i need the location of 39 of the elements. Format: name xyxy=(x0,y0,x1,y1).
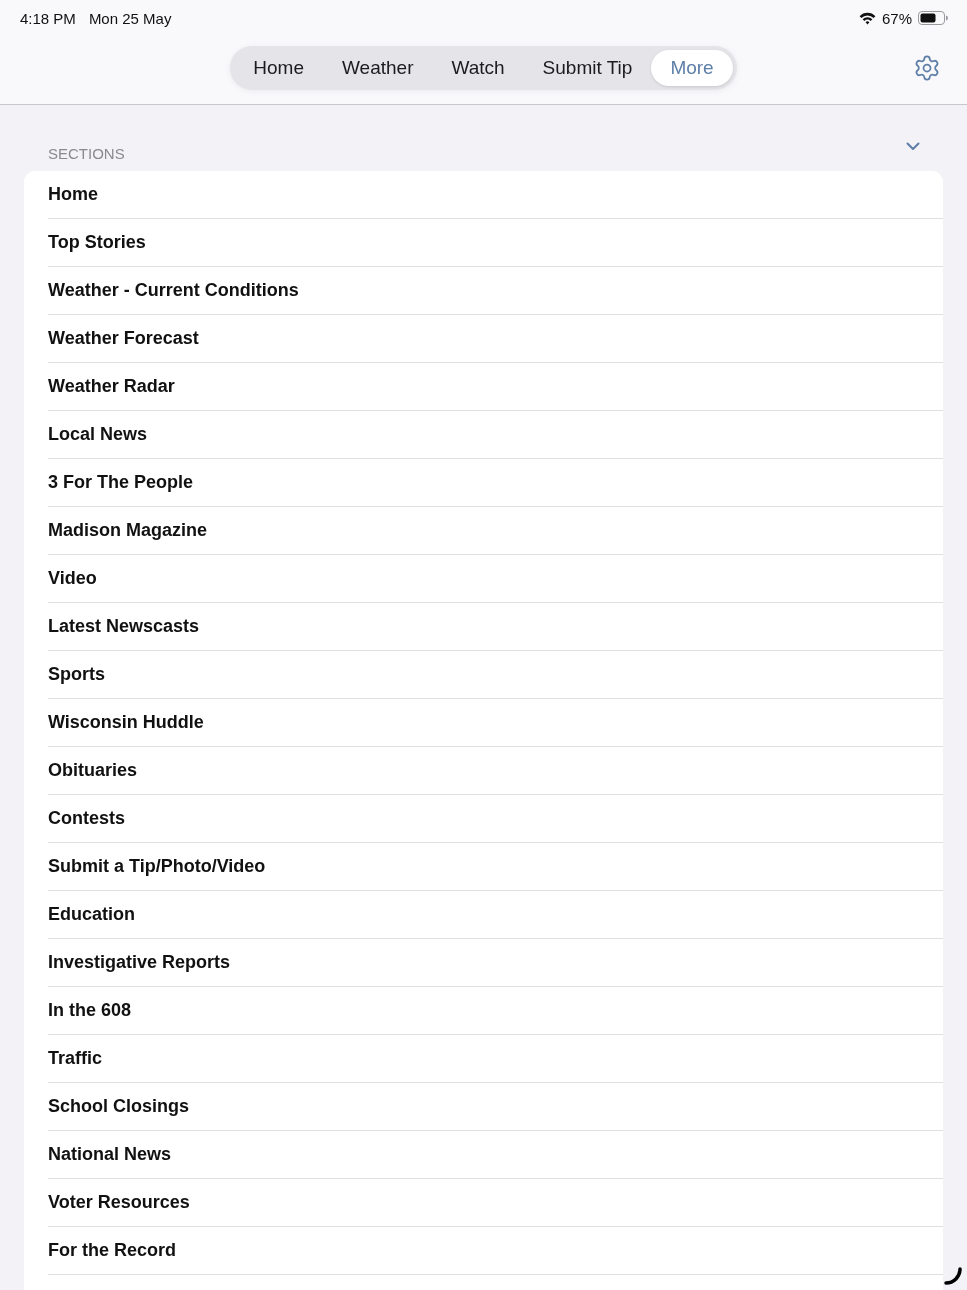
section-list-item[interactable]: Weather Forecast xyxy=(48,315,943,363)
section-list-item[interactable]: Contests xyxy=(48,795,943,843)
section-list-item[interactable]: Latest Newscasts xyxy=(48,603,943,651)
section-list-item[interactable]: 3 For The People xyxy=(48,459,943,507)
tab[interactable]: Watch xyxy=(432,50,524,86)
settings-icon xyxy=(913,54,941,82)
tab[interactable]: More xyxy=(651,50,733,86)
section-list-item[interactable]: Education xyxy=(48,891,943,939)
wifi-icon xyxy=(858,11,876,25)
status-date: Mon 25 May xyxy=(88,9,172,27)
resize-handle-icon[interactable] xyxy=(944,1267,962,1285)
section-list-item[interactable]: Madison Magazine xyxy=(48,507,943,555)
section-list-item[interactable]: Local News xyxy=(48,411,943,459)
chevron-icon xyxy=(906,142,920,151)
section-list-item[interactable]: Wisconsin Huddle xyxy=(48,699,943,747)
section-list-item[interactable]: Sports xyxy=(48,651,943,699)
settings-button[interactable] xyxy=(913,54,941,82)
section-list-item[interactable]: Submit a Tip/Photo/Video xyxy=(48,843,943,891)
section-list-item[interactable]: Weather Radar xyxy=(48,363,943,411)
section-list-item[interactable]: Obituaries xyxy=(48,747,943,795)
collapse-button[interactable] xyxy=(906,142,920,151)
section-list-item[interactable]: Weather - Current Conditions xyxy=(48,267,943,315)
section-list-item[interactable]: Voter Resources xyxy=(48,1179,943,1227)
section-list-item[interactable]: Investigative Reports xyxy=(48,939,943,987)
section-list-item[interactable]: In the 608 xyxy=(48,987,943,1035)
tab[interactable]: Weather xyxy=(323,50,433,86)
section-list-item[interactable]: School Closings xyxy=(48,1083,943,1131)
status-time: 4:18 PM xyxy=(20,9,76,27)
section-list-item[interactable]: National News xyxy=(48,1131,943,1179)
tab[interactable]: Home xyxy=(234,50,323,86)
section-list-item[interactable]: Traffic xyxy=(48,1035,943,1083)
section-list-item[interactable]: Top Stories xyxy=(48,219,943,267)
battery-percentage: 67% xyxy=(881,9,912,27)
tab[interactable]: Submit Tip xyxy=(523,50,652,86)
section-list-item[interactable]: Video xyxy=(48,555,943,603)
section-list-item[interactable]: Home xyxy=(48,171,943,219)
battery-icon xyxy=(918,11,948,25)
section-list-item[interactable]: For the Record xyxy=(48,1227,943,1275)
section-header: SECTIONS xyxy=(48,145,125,163)
